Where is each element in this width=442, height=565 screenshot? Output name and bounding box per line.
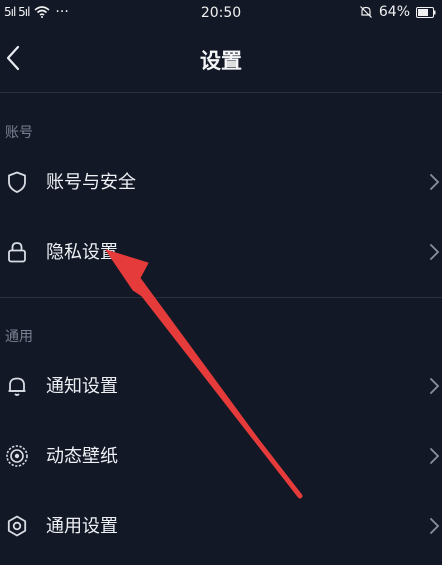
chevron-right-icon — [430, 518, 440, 534]
chevron-right-icon — [430, 448, 440, 464]
status-right: 64% — [359, 4, 436, 20]
menu-item-label: 隐私设置 — [46, 242, 118, 263]
battery-level: 64% — [378, 4, 410, 20]
menu-item-live-wallpaper[interactable]: 动态壁纸 — [0, 422, 442, 490]
section-divider — [0, 297, 442, 298]
bell-muted-icon — [359, 6, 372, 18]
menu-item-notification-settings[interactable]: 通知设置 — [0, 352, 442, 420]
menu-item-label: 动态壁纸 — [46, 446, 118, 467]
chevron-right-icon — [430, 378, 440, 394]
wallpaper-icon — [6, 445, 28, 467]
battery-icon — [416, 6, 436, 18]
bell-icon — [8, 377, 26, 396]
section-label-general: 通用 — [5, 329, 33, 345]
page-title: 设置 — [200, 49, 242, 73]
status-bar: 5ıl 5ıl ··· 20:50 64% — [0, 0, 442, 26]
section-label-account: 账号 — [5, 125, 33, 141]
lock-icon — [8, 242, 26, 263]
menu-item-general-settings[interactable]: 通用设置 — [0, 492, 442, 560]
header: 设置 — [0, 26, 442, 93]
menu-item-label: 通知设置 — [46, 376, 118, 397]
shield-icon — [8, 171, 26, 193]
gear-icon — [7, 515, 27, 537]
menu-item-label: 账号与安全 — [46, 172, 136, 193]
menu-item-account-security[interactable]: 账号与安全 — [0, 148, 442, 216]
menu-item-privacy-settings[interactable]: 隐私设置 — [0, 218, 442, 286]
menu-item-label: 通用设置 — [46, 516, 118, 537]
chevron-right-icon — [430, 174, 440, 190]
chevron-right-icon — [430, 244, 440, 260]
